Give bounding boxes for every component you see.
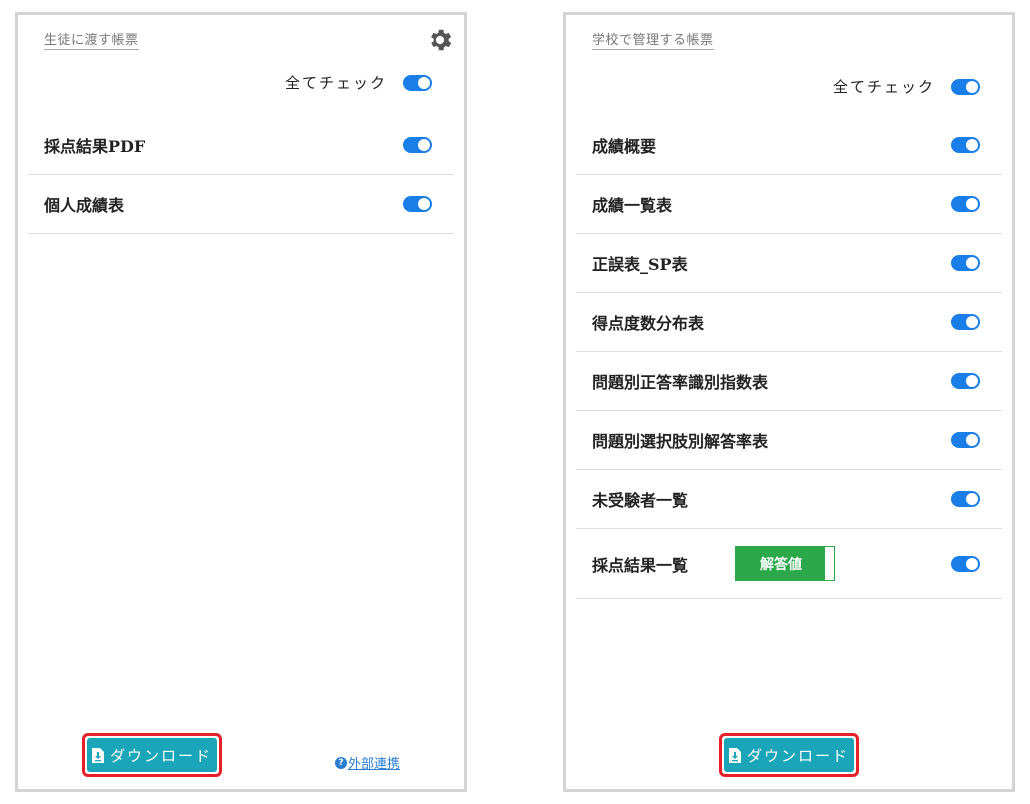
gear-icon[interactable] xyxy=(426,26,454,54)
download-label: ダウンロード xyxy=(109,746,212,765)
check-all-toggle[interactable] xyxy=(403,74,432,91)
download-button[interactable]: ダウンロード xyxy=(87,738,217,772)
list-item: 問題別正答率識別指数表 xyxy=(576,352,1002,411)
file-download-icon xyxy=(728,747,741,763)
item-label: 得点度数分布表 xyxy=(592,314,705,333)
check-all-label: 全てチェック xyxy=(284,74,387,92)
external-link[interactable]: ? 外部連携 xyxy=(334,753,400,772)
answer-value-toggle[interactable]: 解答値 xyxy=(735,546,835,581)
download-highlight: ダウンロード xyxy=(82,733,222,777)
list-item: 問題別選択肢別解答率表 xyxy=(576,411,1002,470)
item-toggle[interactable] xyxy=(403,196,432,212)
student-forms-panel: 生徒に渡す帳票 全てチェック 採点結果PDF 個人成績表 ダウンロード ? 外部… xyxy=(15,12,467,792)
item-label: 未受験者一覧 xyxy=(592,491,689,510)
toggle-knob xyxy=(824,547,834,580)
item-toggle[interactable] xyxy=(403,137,432,153)
item-toggle[interactable] xyxy=(951,491,980,507)
list-item: 成績概要 xyxy=(576,116,1002,175)
item-label: 成績概要 xyxy=(592,137,657,156)
check-all: 全てチェック xyxy=(285,72,432,93)
item-label: 問題別選択肢別解答率表 xyxy=(592,432,769,451)
download-label: ダウンロード xyxy=(746,746,849,765)
check-all: 全てチェック xyxy=(833,76,980,97)
item-toggle[interactable] xyxy=(951,255,980,271)
item-toggle[interactable] xyxy=(951,314,980,330)
student-forms-list: 採点結果PDF 個人成績表 xyxy=(28,116,454,234)
file-download-icon xyxy=(91,747,104,763)
item-label: 個人成績表 xyxy=(44,196,125,215)
item-label: 採点結果PDF xyxy=(44,137,146,156)
download-highlight: ダウンロード xyxy=(719,733,859,777)
item-label: 正誤表_SP表 xyxy=(592,255,688,274)
check-all-label: 全てチェック xyxy=(832,78,935,96)
item-toggle[interactable] xyxy=(951,373,980,389)
answer-value-label: 解答値 xyxy=(760,556,802,573)
item-label: 成績一覧表 xyxy=(592,196,673,215)
panel-title: 学校で管理する帳票 xyxy=(592,29,714,50)
item-toggle[interactable] xyxy=(951,196,980,212)
external-link-label: 外部連携 xyxy=(347,757,400,772)
check-all-toggle[interactable] xyxy=(951,78,980,95)
list-item: 正誤表_SP表 xyxy=(576,234,1002,293)
list-item: 採点結果PDF xyxy=(28,116,454,175)
list-item: 得点度数分布表 xyxy=(576,293,1002,352)
list-item: 採点結果一覧 解答値 xyxy=(576,529,1002,599)
list-item: 未受験者一覧 xyxy=(576,470,1002,529)
item-toggle[interactable] xyxy=(951,432,980,448)
item-toggle[interactable] xyxy=(951,555,980,572)
download-button[interactable]: ダウンロード xyxy=(724,738,854,772)
list-item: 成績一覧表 xyxy=(576,175,1002,234)
panel-title: 生徒に渡す帳票 xyxy=(44,29,139,50)
item-toggle[interactable] xyxy=(951,137,980,153)
school-forms-panel: 学校で管理する帳票 全てチェック 成績概要 成績一覧表 正誤表_SP表 得点度数… xyxy=(563,12,1015,792)
list-item: 個人成績表 xyxy=(28,175,454,234)
school-forms-list: 成績概要 成績一覧表 正誤表_SP表 得点度数分布表 問題別正答率識別指数表 問… xyxy=(576,116,1002,599)
question-circle-icon: ? xyxy=(334,756,347,769)
item-label: 採点結果一覧 xyxy=(592,555,689,575)
item-label: 問題別正答率識別指数表 xyxy=(592,373,769,392)
